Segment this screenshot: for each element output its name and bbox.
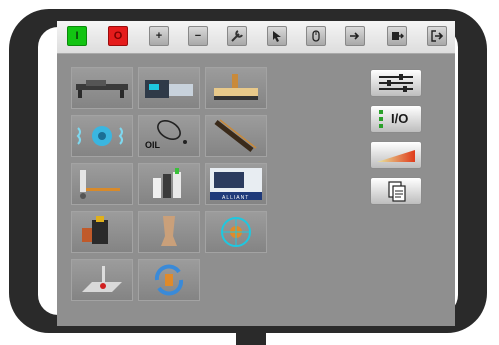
minus-label: − — [194, 30, 202, 42]
arrow-button[interactable] — [267, 26, 287, 46]
mouse-button[interactable] — [306, 26, 326, 46]
tile-cooling-fan[interactable] — [71, 115, 133, 157]
forward-button[interactable] — [345, 26, 365, 46]
tile-pick-place[interactable] — [71, 259, 133, 301]
tile-incline-conveyor[interactable] — [205, 115, 267, 157]
nozzle-icon — [161, 216, 177, 246]
toolbar: I O + − — [57, 21, 455, 54]
rotary-table-icon — [221, 217, 251, 247]
power-off-button[interactable]: O — [108, 26, 128, 46]
io-button[interactable]: I/O — [370, 105, 422, 133]
tile-press-machine[interactable] — [205, 67, 267, 109]
oil-label: OIL — [145, 140, 160, 150]
mouse-icon — [312, 30, 320, 42]
hmi-screen: I O + − OIL ALLIANT I/O — [57, 21, 455, 326]
export-button[interactable] — [387, 26, 407, 46]
documents-button[interactable] — [370, 177, 422, 205]
logout-button[interactable] — [427, 26, 447, 46]
sliders-icon — [379, 74, 413, 92]
io-label: I/O — [391, 111, 409, 126]
plus-label: + — [155, 30, 163, 42]
power-on-button[interactable]: I — [67, 26, 87, 46]
documents-copy-icon — [388, 181, 406, 202]
tile-nozzle[interactable] — [138, 211, 200, 253]
tile-rotate-sync[interactable] — [138, 259, 200, 301]
pick-and-place-icon — [82, 266, 122, 292]
logout-icon — [431, 30, 444, 42]
sensor-probe-icon — [80, 170, 120, 199]
tile-oil[interactable]: OIL — [138, 115, 200, 157]
tile-sensor-probe[interactable] — [71, 163, 133, 205]
alliant-brand-label: ALLIANT — [222, 195, 250, 201]
tool-button[interactable] — [227, 26, 247, 46]
tile-bottles[interactable] — [138, 163, 200, 205]
wrench-icon — [231, 30, 243, 42]
minus-button[interactable]: − — [188, 26, 208, 46]
tile-dosing-unit[interactable] — [71, 211, 133, 253]
conveyor-machine-icon — [76, 80, 128, 98]
bottles-icon — [153, 168, 181, 198]
trend-graph-button[interactable] — [370, 141, 422, 169]
tile-alliant-panel[interactable]: ALLIANT — [205, 163, 267, 205]
rotate-sync-icon — [154, 264, 184, 296]
dosing-unit-icon — [82, 216, 108, 244]
fan-airflow-icon — [76, 126, 123, 146]
export-icon — [392, 32, 404, 40]
gradient-trend-icon — [377, 150, 415, 162]
settings-sliders-button[interactable] — [370, 69, 422, 97]
tile-packaging-machine[interactable] — [138, 67, 200, 109]
cursor-arrow-icon — [273, 31, 281, 42]
power-on-label: I — [75, 30, 79, 42]
oil-can-icon — [157, 120, 187, 144]
io-connector-icon — [379, 110, 383, 128]
tile-conveyor-machine[interactable] — [71, 67, 133, 109]
plus-button[interactable]: + — [149, 26, 169, 46]
tile-rotary-table[interactable] — [205, 211, 267, 253]
forward-arrow-icon — [350, 32, 360, 40]
power-off-label: O — [113, 30, 123, 42]
incline-conveyor-icon — [214, 119, 257, 152]
press-machine-icon — [214, 74, 258, 100]
device-stand — [236, 333, 266, 345]
packaging-machine-icon — [145, 80, 193, 98]
